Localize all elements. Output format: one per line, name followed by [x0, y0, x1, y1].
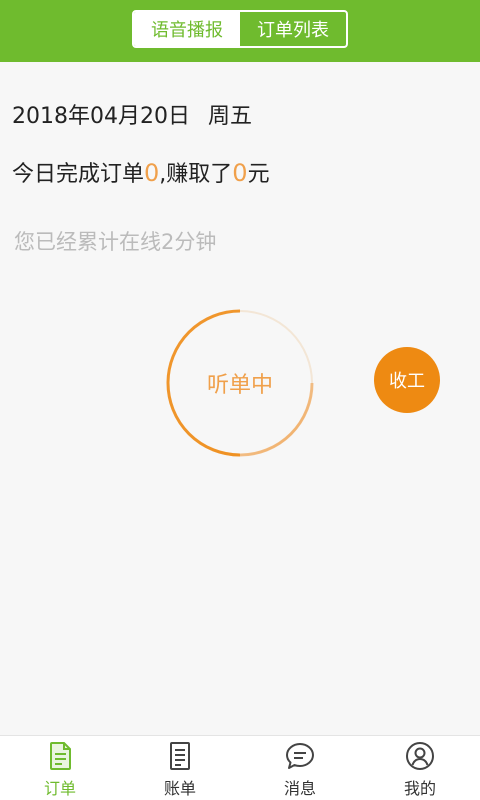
tab-bills[interactable]: 账单	[120, 736, 240, 800]
summary-suffix: 元	[247, 162, 270, 187]
tab-orders[interactable]: 订单	[0, 736, 120, 800]
date-row: 2018年04月20日 周五	[12, 98, 252, 130]
today-summary: 今日完成订单0,赚取了0元	[12, 156, 270, 188]
stop-work-button[interactable]: 收工	[374, 347, 440, 413]
profile-icon	[406, 742, 434, 770]
segmented-control: 语音播报 订单列表	[132, 10, 348, 48]
summary-prefix: 今日完成订单	[12, 162, 145, 187]
online-duration: 您已经累计在线2分钟	[14, 230, 217, 254]
listening-label: 听单中	[206, 373, 273, 398]
tab-voice-broadcast[interactable]: 语音播报	[134, 12, 240, 46]
orders-count: 0	[144, 159, 160, 187]
tab-messages-label: 消息	[283, 779, 316, 798]
tab-profile-label: 我的	[403, 779, 436, 798]
tab-order-list[interactable]: 订单列表	[240, 12, 346, 46]
order-icon	[50, 742, 71, 770]
message-icon	[286, 743, 314, 769]
tab-profile[interactable]: 我的	[360, 736, 480, 800]
listening-indicator: 听单中	[165, 308, 315, 458]
summary-middle: ,赚取了	[159, 162, 233, 187]
bill-icon	[170, 742, 190, 770]
tab-orders-label: 订单	[43, 779, 76, 798]
tab-messages[interactable]: 消息	[240, 736, 360, 800]
weekday-text: 周五	[207, 104, 252, 129]
tab-bills-label: 账单	[163, 779, 196, 798]
bottom-tab-bar: 订单 账单 消息 我的	[0, 735, 480, 800]
top-header: 语音播报 订单列表	[0, 0, 480, 62]
earnings-amount: 0	[232, 159, 248, 187]
date-text: 2018年04月20日	[12, 104, 190, 129]
